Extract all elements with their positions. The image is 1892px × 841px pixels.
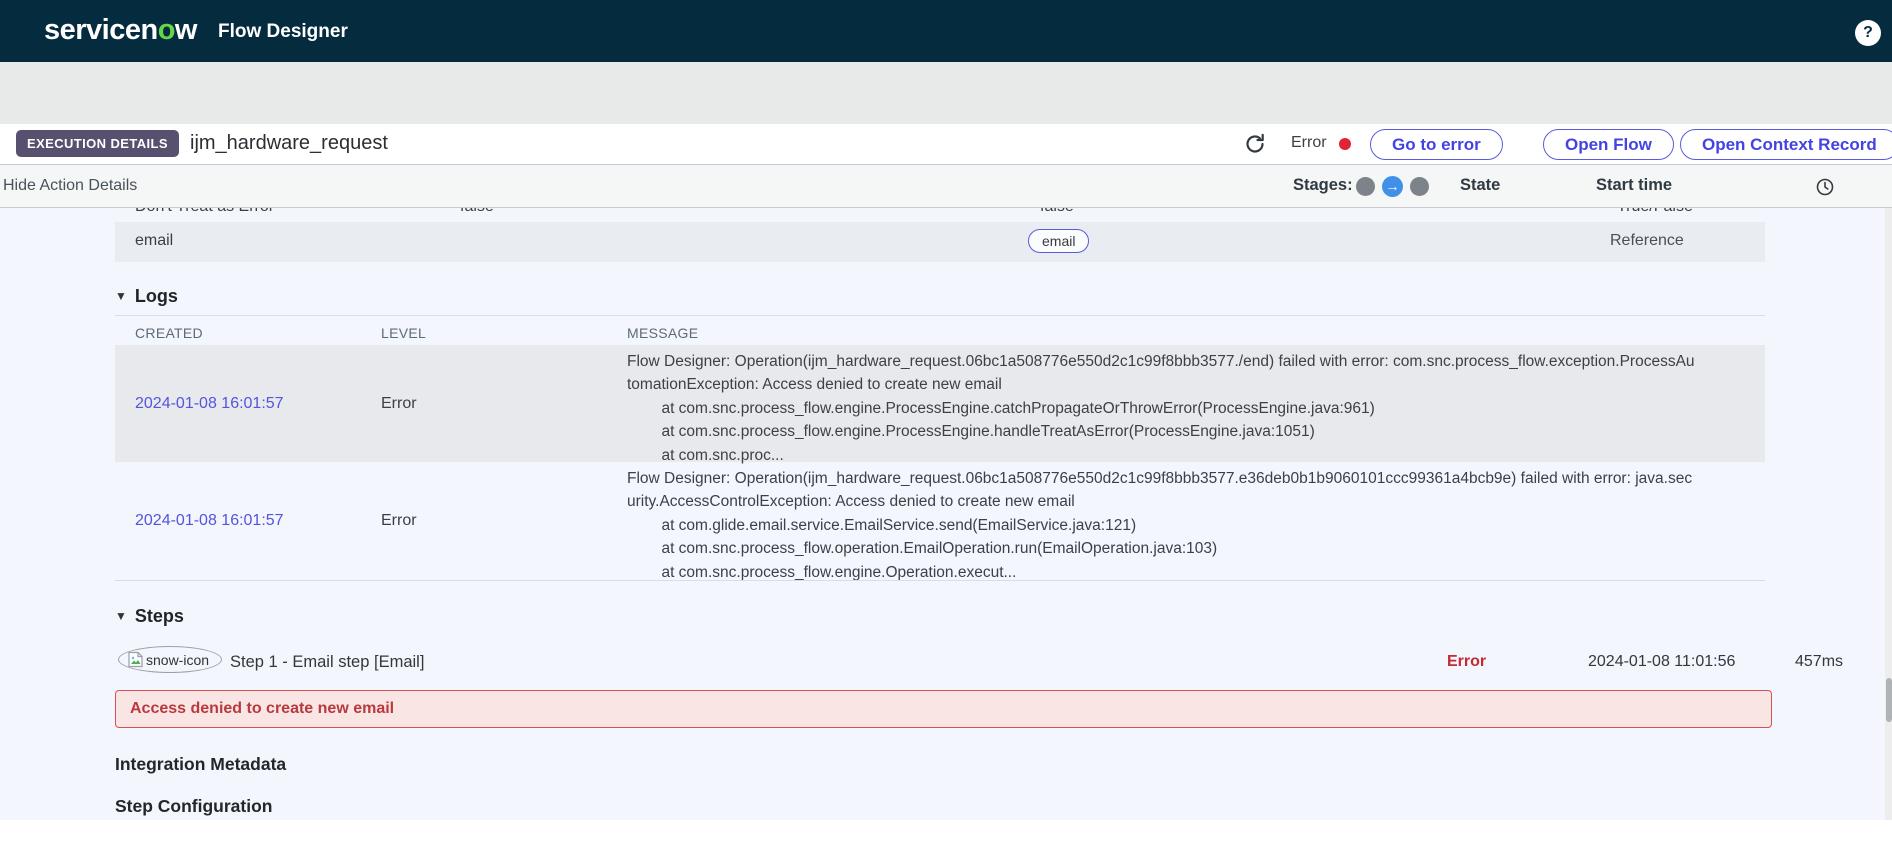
execution-details-panel: Don't Treat as Error false false True/Fa… xyxy=(0,208,1892,820)
broken-image-alt-text: snow-icon xyxy=(146,651,210,668)
step-start-time: 2024-01-08 11:01:56 xyxy=(1588,653,1736,670)
column-header-message: MESSAGE xyxy=(627,325,699,341)
stage-arrow-icon: → xyxy=(1382,176,1403,197)
step-label: Step 1 - Email step [Email] xyxy=(230,653,425,671)
logs-section-title: Logs xyxy=(134,286,178,306)
hide-action-details-link[interactable]: Hide Action Details xyxy=(3,177,137,195)
divider xyxy=(115,580,1765,581)
log-row: 2024-01-08 16:01:57 Error Flow Designer:… xyxy=(115,462,1765,581)
logs-table-header: CREATED LEVEL MESSAGE xyxy=(115,315,1765,345)
collapse-caret-icon: ▼ xyxy=(115,289,127,303)
step-error-message: Access denied to create new email xyxy=(130,700,395,717)
log-message: Flow Designer: Operation(ijm_hardware_re… xyxy=(627,353,1695,464)
refresh-icon[interactable] xyxy=(1243,132,1267,156)
go-to-error-button[interactable]: Go to error xyxy=(1370,129,1503,160)
error-status-dot xyxy=(1339,138,1351,150)
help-icon[interactable]: ? xyxy=(1855,20,1881,46)
brand-text: servicen xyxy=(44,14,158,46)
start-time-column-label: Start time xyxy=(1596,176,1673,194)
scrollbar-thumb[interactable] xyxy=(1885,678,1892,722)
steps-section-title: Steps xyxy=(134,606,184,626)
step-error-message-box: Access denied to create new email xyxy=(115,690,1772,728)
tab-bar: Operation ijm_hardware_requ... ✕ xyxy=(0,62,1892,186)
execution-status-label: Error xyxy=(1291,134,1327,151)
step-duration: 457ms xyxy=(1795,653,1844,670)
servicenow-logo: servicenow xyxy=(44,14,197,47)
log-level: Error xyxy=(381,394,417,412)
log-created-link[interactable]: 2024-01-08 16:01:57 xyxy=(135,512,284,530)
property-name: email xyxy=(135,232,174,249)
log-created-link[interactable]: 2024-01-08 16:01:57 xyxy=(135,395,284,413)
email-reference-pill[interactable]: email xyxy=(1028,229,1090,253)
stage-dot-icon xyxy=(1356,177,1375,196)
execution-toolbar: EXECUTION DETAILS ijm_hardware_request E… xyxy=(0,124,1892,164)
stages-bar: Hide Action Details Stages: → State Star… xyxy=(0,164,1892,208)
brand-text-end: w xyxy=(174,14,198,46)
stages-label: Stages: xyxy=(1293,176,1353,194)
state-column-label: State xyxy=(1460,176,1501,194)
property-runtime-value: false xyxy=(1040,208,1074,216)
execution-details-badge: EXECUTION DETAILS xyxy=(16,130,179,157)
step-configuration-heading: Step Configuration xyxy=(115,796,273,816)
broken-image-icon xyxy=(127,651,144,668)
column-header-level: LEVEL xyxy=(381,325,427,341)
logs-section-toggle[interactable]: ▼ Logs xyxy=(115,286,178,307)
column-header-created: CREATED xyxy=(135,325,203,341)
brand-accent-letter: o xyxy=(157,14,176,46)
integration-metadata-heading: Integration Metadata xyxy=(115,754,287,774)
log-level: Error xyxy=(381,511,417,529)
step-broken-image-placeholder: snow-icon xyxy=(118,646,223,673)
log-row: 2024-01-08 16:01:57 Error Flow Designer:… xyxy=(115,345,1765,464)
steps-section-toggle[interactable]: ▼ Steps xyxy=(115,606,184,627)
stage-dot-icon xyxy=(1410,177,1429,196)
vertical-scrollbar[interactable] xyxy=(1885,208,1892,820)
record-title: ijm_hardware_request xyxy=(190,132,388,154)
open-context-record-button[interactable]: Open Context Record xyxy=(1680,129,1892,160)
clock-icon xyxy=(1816,178,1834,196)
step-row[interactable]: snow-icon Step 1 - Email step [Email] Er… xyxy=(115,645,1843,685)
property-value: false xyxy=(460,208,494,216)
open-flow-button[interactable]: Open Flow xyxy=(1543,129,1674,160)
app-header: servicenow Flow Designer ? xyxy=(0,0,1892,62)
step-status-error: Error xyxy=(1447,653,1487,670)
collapse-caret-icon: ▼ xyxy=(115,609,127,623)
property-type: True/False xyxy=(1617,208,1693,216)
property-name: Don't Treat as Error xyxy=(135,208,274,216)
property-type: Reference xyxy=(1610,232,1684,249)
app-title: Flow Designer xyxy=(218,21,348,42)
property-row-email: email email Reference xyxy=(115,222,1765,262)
log-message: Flow Designer: Operation(ijm_hardware_re… xyxy=(627,470,1693,581)
